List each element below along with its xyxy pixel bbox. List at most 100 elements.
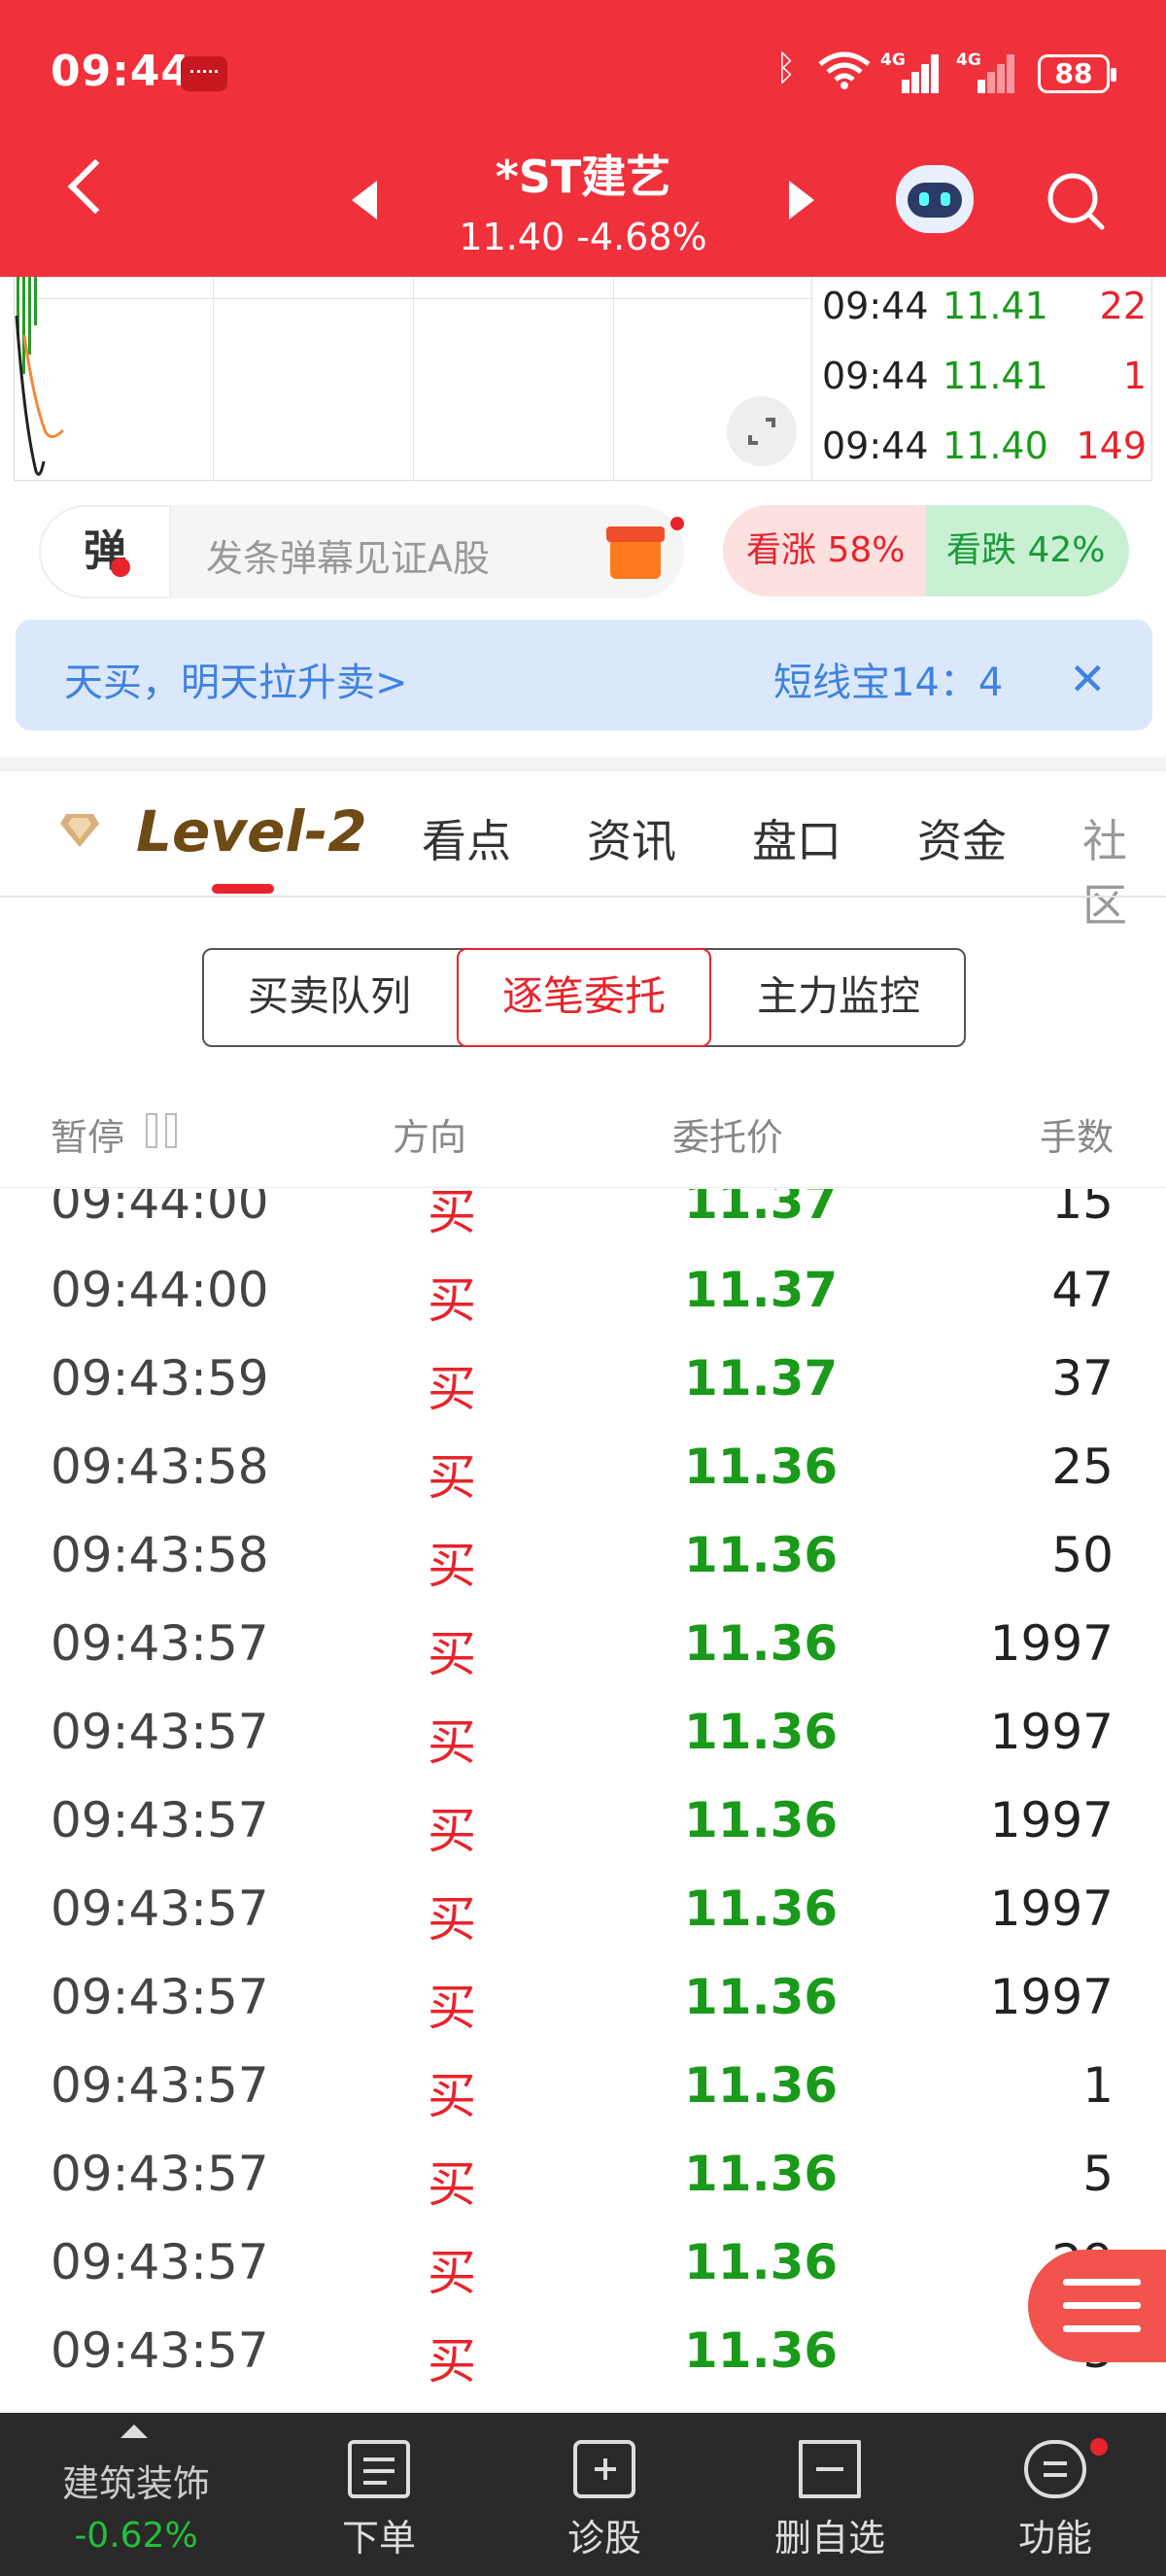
intraday-chart[interactable] [14,277,813,481]
order-price: 11.36 [684,1792,839,1848]
notification-icon [181,56,227,91]
order-time: 09:43:57 [51,2146,269,2202]
vote-down-button[interactable]: 看跌 42% [925,505,1129,596]
order-price: 11.36 [684,2322,839,2379]
banner-text-left[interactable]: 天买，明天拉升卖> [64,651,408,707]
tick-row: 09:44 11.40 149 [822,424,1147,467]
table-row[interactable]: 09:43:57买11.365 [0,2136,1166,2224]
function-badge [1090,2438,1108,2456]
tab-level2[interactable]: Level-2 [136,798,367,864]
order-time: 09:43:57 [51,1792,269,1848]
danmu-placeholder: 发条弹幕见证A股 [206,537,490,580]
table-row[interactable]: 09:43:57 买 11.36 1997 [0,1694,1166,1782]
expand-up-icon[interactable] [120,2424,148,2438]
order-price: 11.37 [684,1350,839,1407]
function-icon[interactable] [1024,2440,1086,2498]
search-icon[interactable] [1046,171,1106,231]
tick-row: 09:44 11.41 22 [822,285,1147,327]
order-quantity: 1997 [989,1704,1114,1760]
diagnose-icon[interactable] [573,2440,635,2498]
order-time: 09:44:00 [51,1189,269,1230]
price-line [15,277,65,476]
order-time: 09:43:58 [51,1527,269,1583]
header-quantity: 手数 [1039,1116,1114,1159]
robot-assistant-icon[interactable] [896,165,974,233]
sector-name[interactable]: 建筑装饰 [39,2454,233,2507]
table-row[interactable]: 09:43:57 买 11.36 1997 [0,1782,1166,1871]
remove-watchlist-icon[interactable] [799,2440,861,2498]
table-row[interactable]: 09:43:57买11.3629 [0,2224,1166,2313]
table-row[interactable]: 09:43:58 买 11.36 50 [0,1517,1166,1606]
table-row[interactable]: 09:43:57 买 11.36 1997 [0,1606,1166,1694]
order-list[interactable]: 09:44:00 买 11.37 15 09:44:00 买 11.37 47 09:43:59… [0,1189,1166,2411]
order-quantity: 47 [1051,1262,1114,1318]
table-row[interactable]: 09:43:57买11.365 [0,2313,1166,2401]
remove-watchlist-button[interactable]: 删自选 [752,2508,908,2561]
stock-name: *ST建艺 [495,151,671,203]
order-time: 09:43:57 [51,2057,269,2114]
order-icon[interactable] [348,2440,410,2498]
order-direction: 买 [428,1803,476,1859]
pause-button[interactable]: 暂停 [51,1107,124,1161]
segment-major-monitor[interactable]: 主力监控 [711,948,966,1047]
table-row[interactable]: 09:43:58 买 11.36 25 [0,1429,1166,1517]
vote-up-button[interactable]: 看涨 58% [723,505,931,596]
segment-bid-ask-queue[interactable]: 买卖队列 [202,948,457,1047]
table-row[interactable]: 09:43:57 买 11.36 1997 [0,1871,1166,1959]
gift-badge [670,517,684,530]
table-row[interactable]: 09:44:00 买 11.37 15 [0,1189,1166,1252]
prev-stock-button[interactable] [352,181,377,220]
order-time: 09:43:57 [51,2322,269,2379]
order-direction: 买 [428,1980,476,2036]
order-direction: 买 [428,1361,476,1417]
danmu-toggle-button[interactable]: 弹 [39,505,171,598]
order-time: 09:43:57 [51,1615,269,1672]
tab-news[interactable]: 资讯 [587,806,676,870]
order-quantity: 50 [1051,1527,1114,1583]
pause-icon[interactable] [146,1113,179,1148]
expand-icon [748,418,775,445]
table-row[interactable]: 09:43:57 买 11.36 1997 [0,1959,1166,2048]
order-direction: 买 [428,1626,476,1682]
order-price: 11.36 [684,2146,839,2202]
order-quantity: 1997 [989,1969,1114,2025]
header-price: 委托价 [672,1116,784,1159]
close-icon[interactable]: ✕ [1069,653,1107,705]
order-quantity: 1997 [989,1615,1114,1672]
function-button[interactable]: 功能 [977,2508,1133,2561]
header-divider [0,1187,1166,1188]
check-icon [111,558,130,577]
tab-orderbook[interactable]: 盘口 [752,806,841,870]
order-button[interactable]: 下单 [301,2508,457,2561]
header-direction: 方向 [393,1116,467,1159]
order-direction: 买 [428,2156,476,2213]
order-price: 11.36 [684,1615,839,1672]
signal-icon-2: 4G [956,51,1014,93]
table-row[interactable]: 09:44:00 买 11.37 47 [0,1252,1166,1340]
order-time: 09:43:58 [51,1439,269,1495]
tab-divider [0,896,1166,898]
next-stock-button[interactable] [789,181,814,220]
order-quantity: 1997 [989,1881,1114,1937]
stock-quote: 11.40 -4.68% [459,216,707,258]
table-row[interactable]: 09:43:59 买 11.37 37 [0,1340,1166,1429]
order-price: 11.37 [684,1262,839,1318]
menu-fab-button[interactable] [1028,2250,1166,2362]
tab-highlights[interactable]: 看点 [422,806,511,870]
tab-community[interactable]: 社区 [1082,806,1166,934]
order-time: 09:43:59 [51,1350,269,1407]
expand-chart-button[interactable] [727,396,797,466]
sector-change: -0.62% [74,2516,198,2556]
order-direction: 买 [428,2245,476,2301]
table-row[interactable]: 09:43:57 买 11.36 1 [0,2048,1166,2136]
banner-text-right[interactable]: 短线宝14：4 [773,651,1003,707]
segment-order-by-order[interactable]: 逐笔委托 [457,948,711,1047]
order-quantity: 37 [1051,1350,1114,1407]
gift-icon[interactable] [606,526,665,579]
battery-icon: 88 [1038,54,1116,93]
diagnose-button[interactable]: 诊股 [527,2508,682,2561]
tab-capital[interactable]: 资金 [917,806,1007,870]
order-time: 09:44:00 [51,1262,269,1318]
order-price: 11.36 [684,2057,839,2114]
bluetooth-icon: ᛒ [775,49,797,88]
